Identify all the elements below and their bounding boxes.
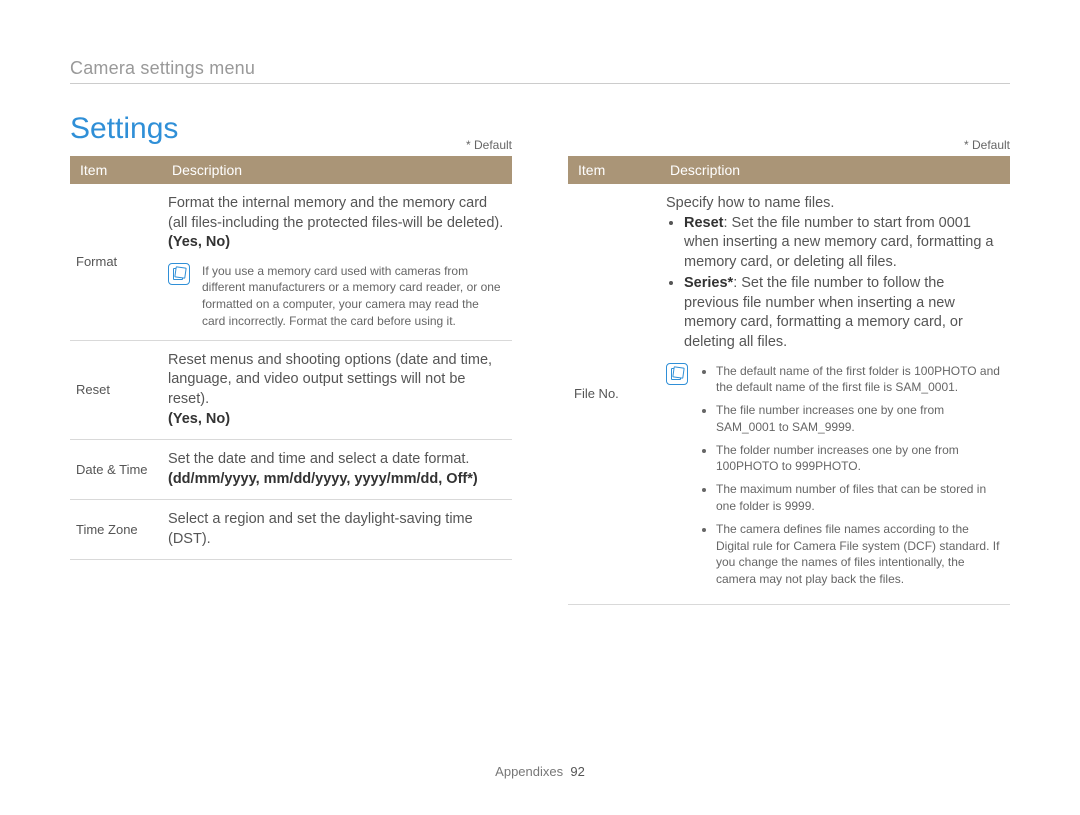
note-text: If you use a memory card used with camer… (202, 263, 504, 330)
th-description: Description (162, 156, 512, 184)
option-label: Series* (684, 275, 733, 291)
option-label: Reset (684, 215, 724, 231)
left-column: * Default Item Description Format Format… (70, 156, 512, 605)
desc-text: Reset menus and shooting options (date a… (168, 351, 504, 410)
page-footer: Appendixes 92 (0, 764, 1080, 779)
desc-options: (Yes, No) (168, 233, 504, 253)
note-item: The camera defines file names according … (716, 521, 1002, 588)
divider-top (70, 83, 1010, 84)
th-item: Item (70, 156, 162, 184)
note-icon (168, 263, 190, 285)
row-reset: Reset Reset menus and shooting options (… (70, 340, 512, 439)
footer-section: Appendixes (495, 764, 563, 779)
note-list: The default name of the first folder is … (700, 363, 1002, 595)
row-fileno: File No. Specify how to name files. Rese… (568, 184, 1010, 605)
desc-intro: Specify how to name files. (666, 194, 1002, 214)
item-name: Time Zone (70, 500, 162, 560)
item-desc: Reset menus and shooting options (date a… (162, 340, 512, 439)
note-block: The default name of the first folder is … (666, 363, 1002, 595)
note-icon (666, 363, 688, 385)
fileno-series-option: Series*: Set the file number to follow t… (684, 274, 1002, 352)
right-column: * Default Item Description File No. Spec… (568, 156, 1010, 605)
desc-text: Set the date and time and select a date … (168, 450, 504, 470)
option-text: : Set the file number to start from 0001… (684, 215, 993, 270)
note-block: If you use a memory card used with camer… (168, 263, 504, 330)
desc-options: (dd/mm/yyyy, mm/dd/yyyy, yyyy/mm/dd, Off… (168, 470, 504, 490)
row-format: Format Format the internal memory and th… (70, 184, 512, 340)
item-name: File No. (568, 184, 660, 605)
item-desc: Specify how to name files. Reset: Set th… (660, 184, 1010, 605)
desc-text: Format the internal memory and the memor… (168, 194, 504, 233)
breadcrumb: Camera settings menu (70, 58, 1010, 79)
desc-options: (Yes, No) (168, 410, 504, 430)
fileno-options: Reset: Set the file number to start from… (666, 214, 1002, 353)
th-item: Item (568, 156, 660, 184)
default-note-right: * Default (964, 138, 1010, 152)
note-item: The folder number increases one by one f… (716, 442, 1002, 476)
default-note-left: * Default (466, 138, 512, 152)
item-name: Format (70, 184, 162, 340)
item-desc: Set the date and time and select a date … (162, 440, 512, 500)
row-datetime: Date & Time Set the date and time and se… (70, 440, 512, 500)
fileno-reset-option: Reset: Set the file number to start from… (684, 214, 1002, 273)
row-timezone: Time Zone Select a region and set the da… (70, 500, 512, 560)
footer-page-number: 92 (570, 764, 584, 779)
settings-table-right: Item Description File No. Specify how to… (568, 156, 1010, 605)
item-name: Reset (70, 340, 162, 439)
note-item: The default name of the first folder is … (716, 363, 1002, 397)
th-description: Description (660, 156, 1010, 184)
desc-text: Select a region and set the daylight-sav… (168, 510, 504, 549)
page-title: Settings (70, 112, 1010, 146)
note-item: The file number increases one by one fro… (716, 402, 1002, 436)
item-name: Date & Time (70, 440, 162, 500)
note-item: The maximum number of files that can be … (716, 481, 1002, 515)
item-desc: Format the internal memory and the memor… (162, 184, 512, 340)
settings-table-left: Item Description Format Format the inter… (70, 156, 512, 560)
content-columns: * Default Item Description Format Format… (70, 156, 1010, 605)
item-desc: Select a region and set the daylight-sav… (162, 500, 512, 560)
